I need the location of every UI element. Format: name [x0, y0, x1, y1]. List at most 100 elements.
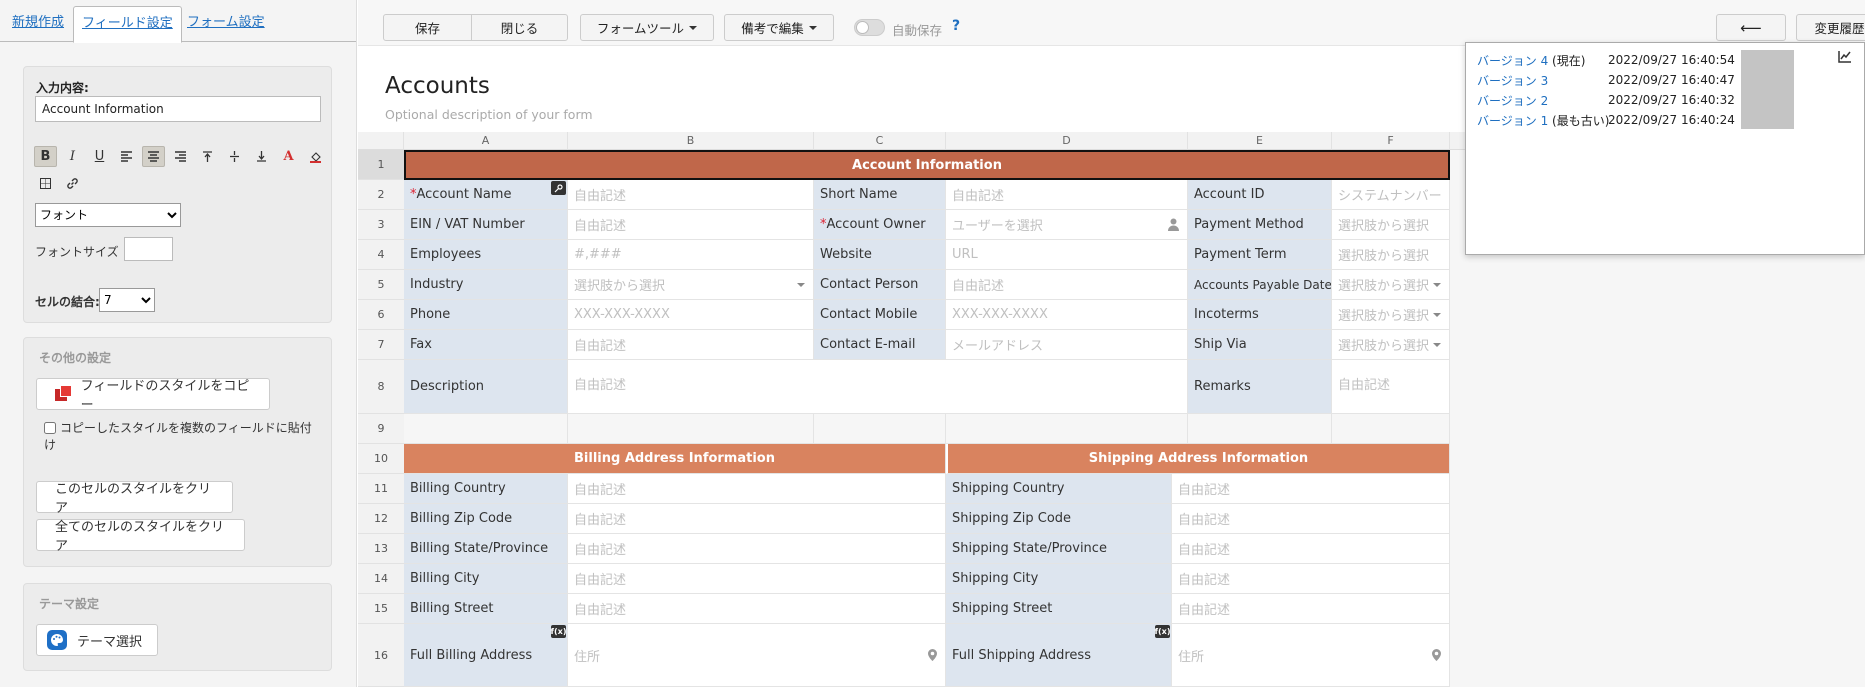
field-input[interactable]: 自由記述 — [1172, 474, 1450, 504]
clear-cell-style-button[interactable]: このセルのスタイルをクリア — [36, 481, 233, 516]
column-header[interactable]: D — [946, 132, 1188, 150]
field-label[interactable]: Billing City — [404, 564, 568, 594]
field-label[interactable]: Shipping Zip Code — [946, 504, 1172, 534]
field-label[interactable]: * Account Owner — [814, 210, 946, 240]
column-header[interactable]: E — [1188, 132, 1332, 150]
theme-select-button[interactable]: テーマ選択 — [36, 624, 158, 656]
field-input[interactable]: 住所 — [568, 624, 946, 687]
clear-all-style-button[interactable]: 全てのセルのスタイルをクリア — [36, 519, 245, 554]
help-icon[interactable]: ? — [952, 18, 960, 34]
field-select[interactable]: 選択肢から選択 — [1332, 210, 1450, 240]
field-label[interactable]: Full Shipping Address f(x) — [946, 624, 1172, 687]
field-label[interactable]: Contact Mobile — [814, 300, 946, 330]
row-header[interactable]: 2 — [358, 180, 404, 210]
field-label[interactable]: Shipping State/Province — [946, 534, 1172, 564]
row-header[interactable]: 11 — [358, 474, 404, 504]
form-tools-button[interactable]: フォームツール — [580, 14, 714, 41]
tab-new[interactable]: 新規作成 — [4, 6, 72, 43]
field-label[interactable]: Short Name — [814, 180, 946, 210]
field-label[interactable]: Industry — [404, 270, 568, 300]
field-input[interactable]: 自由記述 — [568, 180, 814, 210]
row-header[interactable]: 15 — [358, 594, 404, 624]
align-left-icon[interactable] — [115, 146, 138, 167]
field-input[interactable]: 自由記述 — [1172, 594, 1450, 624]
field-input[interactable]: 自由記述 — [568, 564, 946, 594]
field-label[interactable]: * Account Name — [404, 180, 568, 210]
save-button[interactable]: 保存 — [383, 14, 472, 41]
section-header-shipping[interactable]: Shipping Address Information — [946, 444, 1450, 474]
field-label[interactable]: Website — [814, 240, 946, 270]
field-label[interactable]: Description — [404, 360, 568, 414]
field-label[interactable]: Contact Person — [814, 270, 946, 300]
back-button[interactable]: ⟵ — [1716, 14, 1786, 41]
field-label[interactable]: Payment Method — [1188, 210, 1332, 240]
valign-middle-icon[interactable] — [223, 146, 246, 167]
field-input[interactable]: XXX-XXX-XXXX — [568, 300, 814, 330]
row-header[interactable]: 4 — [358, 240, 404, 270]
close-button[interactable]: 閉じる — [471, 14, 568, 41]
field-label[interactable]: EIN / VAT Number — [404, 210, 568, 240]
field-select[interactable]: 選択肢から選択 — [1332, 330, 1450, 360]
field-input[interactable]: 自由記述 — [1172, 504, 1450, 534]
field-label[interactable]: Remarks — [1188, 360, 1332, 414]
field-label[interactable]: Shipping Country — [946, 474, 1172, 504]
field-input[interactable]: 自由記述 — [946, 180, 1188, 210]
field-label[interactable]: Payment Term — [1188, 240, 1332, 270]
field-select[interactable]: 選択肢から選択 — [1332, 270, 1450, 300]
fill-color-icon[interactable] — [304, 146, 327, 167]
version-item[interactable]: バージョン 1 (最も古い) — [1477, 112, 1609, 129]
empty-cell[interactable] — [946, 414, 1188, 444]
field-select[interactable]: 選択肢から選択 — [1332, 300, 1450, 330]
field-label[interactable]: Ship Via — [1188, 330, 1332, 360]
field-input[interactable]: 自由記述 — [1172, 534, 1450, 564]
row-header[interactable]: 14 — [358, 564, 404, 594]
font-select[interactable]: フォント — [35, 203, 181, 227]
field-label[interactable]: Contact E-mail — [814, 330, 946, 360]
history-button[interactable]: 変更履歴 — [1796, 14, 1865, 41]
field-select[interactable]: 選択肢から選択 — [1332, 240, 1450, 270]
field-label[interactable]: Incoterms — [1188, 300, 1332, 330]
field-input[interactable]: 自由記述 — [1172, 564, 1450, 594]
empty-cell[interactable] — [1188, 414, 1332, 444]
field-input[interactable]: #,### — [568, 240, 814, 270]
field-label[interactable]: Shipping Street — [946, 594, 1172, 624]
field-label[interactable]: Billing Street — [404, 594, 568, 624]
field-input[interactable]: 自由記述 — [568, 474, 946, 504]
field-label[interactable]: Billing State/Province — [404, 534, 568, 564]
column-header[interactable]: C — [814, 132, 946, 150]
section-header-billing[interactable]: Billing Address Information — [404, 444, 946, 474]
field-label[interactable]: Full Billing Address f(x) — [404, 624, 568, 687]
autosave-toggle[interactable] — [854, 19, 885, 36]
link-icon[interactable] — [61, 173, 84, 194]
empty-cell[interactable] — [404, 414, 568, 444]
field-input[interactable]: 自由記述 — [568, 210, 814, 240]
row-header[interactable]: 1 — [358, 150, 404, 180]
empty-cell[interactable] — [568, 414, 814, 444]
form-title[interactable]: Accounts — [385, 73, 490, 99]
field-label[interactable]: Employees — [404, 240, 568, 270]
field-input[interactable]: メールアドレス — [946, 330, 1188, 360]
formula-icon[interactable]: f(x) — [1155, 625, 1170, 638]
empty-cell[interactable] — [814, 414, 946, 444]
field-textarea[interactable]: 自由記述 — [568, 360, 1188, 414]
field-input[interactable]: 住所 — [1172, 624, 1450, 687]
bold-button[interactable]: B — [34, 146, 57, 167]
font-size-input[interactable] — [124, 237, 173, 261]
field-label[interactable]: Shipping City — [946, 564, 1172, 594]
column-header[interactable]: B — [568, 132, 814, 150]
row-header[interactable]: 8 — [358, 360, 404, 414]
form-description[interactable]: Optional description of your form — [385, 107, 593, 122]
field-input[interactable]: 自由記述 — [568, 594, 946, 624]
column-header[interactable]: F — [1332, 132, 1450, 150]
font-color-icon[interactable]: A — [277, 146, 300, 167]
field-input[interactable]: 自由記述 — [946, 270, 1188, 300]
underline-button[interactable]: U — [88, 146, 111, 167]
border-icon[interactable] — [34, 173, 57, 194]
field-input[interactable]: 自由記述 — [568, 534, 946, 564]
chart-icon[interactable] — [1838, 50, 1852, 63]
row-header[interactable]: 13 — [358, 534, 404, 564]
row-header[interactable]: 9 — [358, 414, 404, 444]
column-header[interactable]: A — [404, 132, 568, 150]
tab-form-settings[interactable]: フォーム設定 — [179, 6, 273, 43]
multi-paste-checkbox[interactable] — [44, 422, 56, 434]
